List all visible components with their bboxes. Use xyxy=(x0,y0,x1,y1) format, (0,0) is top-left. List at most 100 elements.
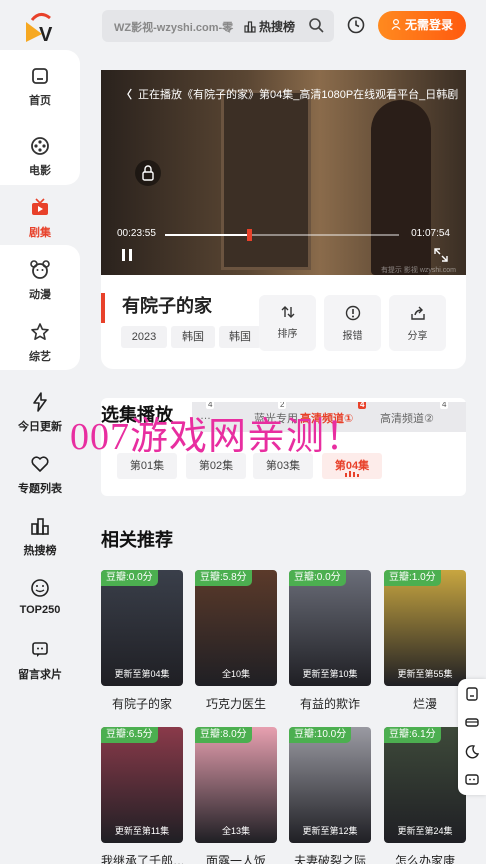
tag-language[interactable]: 韩国 xyxy=(219,326,261,348)
sidebar-item-movie[interactable]: 电影 xyxy=(0,136,80,178)
lock-button[interactable] xyxy=(135,160,161,186)
lock-icon xyxy=(142,165,154,181)
poster-title[interactable]: 面露一人饭 xyxy=(195,852,277,864)
sidebar-item-label: 首页 xyxy=(29,95,51,107)
document-icon[interactable] xyxy=(465,687,479,701)
sort-button[interactable]: 排序 xyxy=(259,295,316,351)
star-icon xyxy=(31,323,49,341)
recommend-title: 相关推荐 xyxy=(101,530,173,550)
sidebar-item-label: 剧集 xyxy=(29,227,51,239)
alert-icon xyxy=(345,305,360,321)
floating-toolbar xyxy=(458,679,486,795)
rating-badge: 豆瓣:0.0分 xyxy=(289,570,346,586)
progress-bar[interactable] xyxy=(165,229,399,241)
lightning-icon xyxy=(33,392,47,412)
info-card: 有院子的家 2023 韩国 韩国 排序 报错 分享 xyxy=(101,275,466,369)
message-icon xyxy=(32,642,48,657)
sidebar-item-today[interactable]: 今日更新 xyxy=(0,392,80,434)
duration: 01:07:54 xyxy=(411,228,450,239)
rating-badge: 豆瓣:6.1分 xyxy=(384,727,441,743)
poster-card[interactable]: 豆瓣:6.1分 更新至第24集 xyxy=(384,727,466,843)
update-status: 更新至第55集 xyxy=(397,669,453,679)
fullscreen-icon[interactable] xyxy=(434,248,448,262)
smile-icon xyxy=(31,579,49,597)
poster-card[interactable]: 豆瓣:10.0分 更新至第12集 xyxy=(289,727,371,843)
sidebar-item-topics[interactable]: 专题列表 xyxy=(0,454,80,496)
poster-title[interactable]: 有益的欺诈 xyxy=(289,695,371,712)
update-status: 更新至第11集 xyxy=(114,826,170,836)
report-label: 报错 xyxy=(342,331,363,342)
sidebar-item-label: 综艺 xyxy=(29,351,51,363)
poster-title[interactable]: 烂漫 xyxy=(384,695,466,712)
hot-search-label: 热搜榜 xyxy=(259,20,296,34)
video-player[interactable]: 〈正在播放《有院子的家》第04集_高清1080P在线观看平台_日韩剧 00:23… xyxy=(101,70,466,275)
player-title: 〈正在播放《有院子的家》第04集_高清1080P在线观看平台_日韩剧 xyxy=(121,86,466,102)
poster-card[interactable]: 豆瓣:8.0分全13集 xyxy=(195,727,277,843)
poster-card[interactable]: 豆瓣:6.5分 更新至第11集 xyxy=(101,727,183,843)
title-accent-bar xyxy=(101,293,105,323)
poster-card[interactable]: 豆瓣:5.8分 全10集 xyxy=(195,570,277,686)
search-bar[interactable]: WZ影视-wzyshi.com-零 热搜榜 xyxy=(102,10,334,42)
sidebar-item-request[interactable]: 留言求片 xyxy=(0,640,80,682)
sort-label: 排序 xyxy=(277,329,298,340)
back-icon[interactable]: 〈 xyxy=(121,89,132,101)
tag-year[interactable]: 2023 xyxy=(121,326,167,348)
hot-search-link[interactable]: 热搜榜 xyxy=(244,18,295,35)
film-reel-icon xyxy=(31,137,49,155)
sidebar-item-anime[interactable]: 动漫 xyxy=(0,260,80,302)
share-button[interactable]: 分享 xyxy=(389,295,446,351)
poster-card[interactable]: 豆瓣:0.0分更新至第04集 xyxy=(101,570,183,686)
update-status: 更新至第04集 xyxy=(114,669,170,679)
sidebar-item-series[interactable]: 剧集 xyxy=(0,198,80,240)
update-status: 全13集 xyxy=(221,826,250,836)
moon-icon[interactable] xyxy=(465,745,480,759)
sidebar: V 首页 电影 剧集 动漫 综艺 今日更新 专题列表 热搜榜 TOP250 留言… xyxy=(0,0,80,864)
sidebar-item-hot[interactable]: 热搜榜 xyxy=(0,516,80,558)
bear-icon xyxy=(30,260,50,279)
search-input[interactable]: WZ影视-wzyshi.com-零 xyxy=(114,19,236,35)
report-button[interactable]: 报错 xyxy=(324,295,381,351)
heart-icon xyxy=(31,456,49,472)
video-scene-person xyxy=(371,100,431,275)
poster-title[interactable]: 夫妻破裂之际 xyxy=(289,852,371,864)
car-icon[interactable] xyxy=(465,715,479,729)
pause-icon[interactable] xyxy=(121,248,133,262)
message-icon[interactable] xyxy=(465,773,479,787)
update-status: 更新至第10集 xyxy=(302,669,358,679)
home-icon xyxy=(32,68,48,84)
history-clock-icon[interactable] xyxy=(346,15,366,35)
poster-card[interactable]: 豆瓣:1.0分 更新至第55集 xyxy=(384,570,466,686)
login-label: 无需登录 xyxy=(404,18,453,32)
source-tab[interactable]: 4 高清频道② xyxy=(380,402,449,426)
progress-handle[interactable] xyxy=(247,229,253,241)
poster-card[interactable]: 豆瓣:0.0分更新至第10集 xyxy=(289,570,371,686)
logo-icon[interactable]: V xyxy=(24,8,56,44)
watermark: 有提示 影视 wzyshi.com xyxy=(380,267,456,274)
sidebar-item-home[interactable]: 首页 xyxy=(0,66,80,108)
poster-title[interactable]: 我继承了千郎… xyxy=(101,852,183,864)
sidebar-item-label: 专题列表 xyxy=(18,483,62,495)
video-scene-door xyxy=(221,90,311,270)
rating-badge: 豆瓣:5.8分 xyxy=(195,570,252,586)
rating-badge: 豆瓣:0.0分 xyxy=(101,570,158,586)
current-time: 00:23:55 xyxy=(117,228,156,239)
watermark-overlay: 007游戏网亲测！ xyxy=(70,416,365,458)
search-icon[interactable] xyxy=(308,17,324,33)
sidebar-item-variety[interactable]: 综艺 xyxy=(0,322,80,364)
progress-fill xyxy=(165,234,248,236)
poster-title[interactable]: 有院子的家 xyxy=(101,695,183,712)
tv-icon xyxy=(32,198,48,215)
sort-icon xyxy=(281,306,294,318)
rating-badge: 豆瓣:10.0分 xyxy=(289,727,352,743)
sidebar-item-label: 热搜榜 xyxy=(23,545,57,557)
poster-title[interactable]: 巧克力医生 xyxy=(195,695,277,712)
tag-region[interactable]: 韩国 xyxy=(171,326,215,348)
chart-icon xyxy=(244,21,256,33)
sidebar-item-label: 今日更新 xyxy=(18,421,62,433)
sidebar-item-top250[interactable]: TOP250 xyxy=(0,578,80,616)
svg-text:V: V xyxy=(39,24,53,44)
login-button[interactable]: 无需登录 xyxy=(378,11,466,40)
rating-badge: 豆瓣:8.0分 xyxy=(195,727,252,743)
user-icon xyxy=(391,18,401,30)
poster-title[interactable]: 怎么办家康 xyxy=(384,852,466,864)
